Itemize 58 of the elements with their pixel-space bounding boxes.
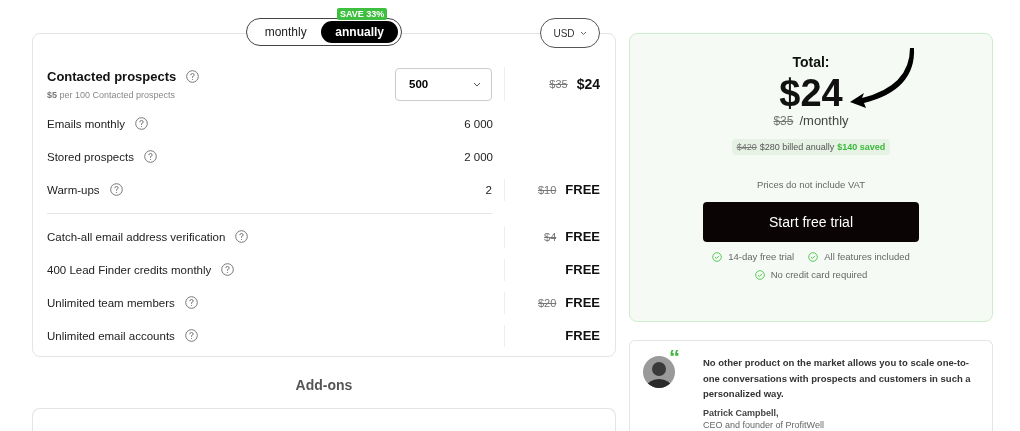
feature-label: Unlimited email accounts: [47, 329, 175, 342]
price: FREE: [565, 295, 600, 310]
feature-label: Catch-all email address verification: [47, 230, 226, 243]
feature-text: All features included: [824, 251, 910, 262]
chevron-icon: [473, 81, 481, 87]
old-price: $10: [537, 183, 557, 196]
help-icon: [134, 117, 148, 130]
feature-text: No credit card required: [770, 269, 868, 280]
price: FREE: [565, 182, 600, 197]
row-title: Contacted prospects: [47, 68, 177, 84]
chevron-icon: [579, 30, 587, 36]
price: $24: [576, 76, 600, 92]
help-icon: [143, 150, 157, 163]
price: FREE: [565, 262, 600, 277]
author-name: Patrick Campbell,: [703, 407, 780, 418]
help-icon: [186, 69, 200, 83]
saved-amount: $140 saved: [837, 142, 886, 152]
old-price: $20: [537, 296, 557, 309]
section-heading: Add-ons: [294, 377, 354, 395]
feature-label: Warm-ups: [47, 183, 100, 196]
old-price: $35: [773, 114, 794, 128]
feature-label: Emails monthly: [47, 117, 125, 130]
billing-text: $280 billed anually: [759, 142, 835, 152]
check-icon: [712, 251, 723, 262]
feature-value: 6 000: [464, 117, 493, 130]
feature-label: Unlimited team members: [47, 296, 175, 309]
help-icon: [221, 263, 235, 276]
billing-option[interactable]: annually: [321, 21, 398, 43]
quantity-select[interactable]: 500: [395, 67, 492, 101]
quote-text: No other product on the market allows you to scale one-to-one conversations with prospects and customers in such a personalized way.: [703, 356, 972, 401]
help-icon: [184, 329, 198, 342]
feature-text: 14-day free trial: [728, 251, 795, 262]
save-badge: SAVE 33%: [337, 8, 388, 20]
help-icon: [184, 296, 198, 309]
currency-select[interactable]: USD: [540, 18, 600, 48]
check-icon: [808, 251, 819, 262]
author-role: CEO and founder of ProfitWell: [703, 419, 825, 430]
total-label: Total:: [792, 54, 830, 70]
price: FREE: [565, 328, 600, 343]
help-icon: [109, 183, 123, 196]
old-price: $420: [736, 142, 757, 152]
feature-value: 2: [485, 183, 492, 196]
start-trial-button[interactable]: Start free trial: [703, 202, 919, 242]
help-icon: [235, 230, 249, 243]
feature-label: 400 Lead Finder credits monthly: [47, 263, 212, 276]
quote-mark: “: [669, 347, 680, 369]
price: FREE: [565, 229, 600, 244]
avatar: [643, 356, 675, 388]
price-note: $5 per 100 Contacted prospects: [47, 89, 177, 100]
feature-label: Stored prospects: [47, 150, 134, 163]
total-price: $24: [779, 73, 843, 113]
billing-period: /monthly: [799, 113, 849, 128]
old-price: $35: [549, 78, 568, 90]
billing-option[interactable]: monthly: [250, 21, 322, 43]
feature-value: 2 000: [464, 150, 493, 163]
vat-note: Prices do not include VAT: [757, 179, 865, 190]
old-price: $4: [544, 230, 557, 243]
check-icon: [754, 269, 765, 280]
